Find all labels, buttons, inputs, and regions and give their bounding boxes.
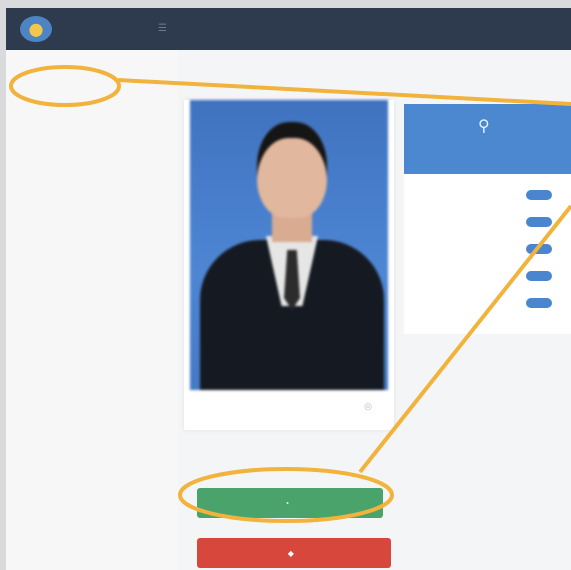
- whatsapp-icon: ◔: [284, 498, 290, 508]
- year-badge[interactable]: [526, 244, 552, 254]
- year-row: [422, 244, 552, 256]
- stats-panel-header: ⚲: [404, 104, 571, 174]
- expertise-list-button[interactable]: ◆: [197, 538, 391, 568]
- person-head: [257, 122, 327, 218]
- year-badge[interactable]: [526, 298, 552, 308]
- badge-icon: ⚲: [478, 118, 490, 135]
- app-screen: ☰ ◎ ⚲ ◔ ◆: [6, 8, 571, 570]
- year-row: [422, 217, 552, 229]
- menu-icon[interactable]: ☰: [158, 23, 167, 34]
- whatsapp-group-button[interactable]: ◔: [197, 488, 383, 518]
- year-row: [422, 271, 552, 283]
- tag-icon: ◆: [287, 548, 295, 558]
- top-navbar: ☰: [6, 8, 571, 50]
- year-row: [422, 298, 552, 310]
- profile-photo-card: ◎: [184, 100, 394, 430]
- stats-panel: ⚲: [404, 104, 571, 334]
- year-row: [422, 190, 552, 202]
- profile-photo: [190, 100, 388, 390]
- year-badge[interactable]: [526, 190, 552, 200]
- logo-icon: [20, 16, 52, 42]
- year-badge[interactable]: [526, 271, 552, 281]
- camera-icon[interactable]: ◎: [364, 401, 372, 412]
- sidebar: [6, 50, 178, 570]
- year-badge[interactable]: [526, 217, 552, 227]
